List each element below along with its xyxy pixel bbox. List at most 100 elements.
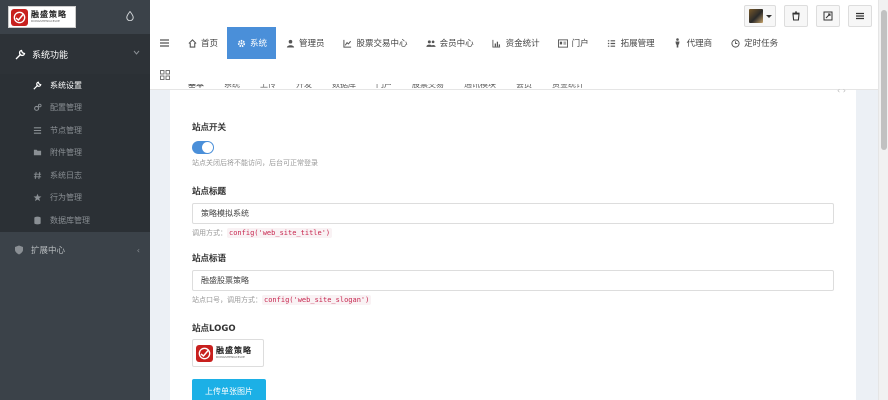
sidebar-item-database[interactable]: 数据库管理 <box>0 209 150 232</box>
list-icon <box>32 125 42 135</box>
sidebar-item-behavior[interactable]: 行为管理 <box>0 187 150 210</box>
shield-icon <box>15 245 23 254</box>
toggle-knob <box>202 142 213 153</box>
droplet-icon[interactable] <box>126 11 134 21</box>
brand-name: 融盛策略 <box>31 10 67 19</box>
wrench-icon <box>15 49 26 60</box>
scroll-thumb[interactable] <box>881 10 887 150</box>
logo-preview-name-en: RONGSHENGCELVE <box>216 355 245 359</box>
sidebar: 融盛策略 RONGSHENGCELVE 系统功能 系统设置 配置管理 节点管理 … <box>0 0 150 400</box>
brand-logo[interactable]: 融盛策略 RONGSHENGCELVE <box>8 6 76 28</box>
sidebar-item-config[interactable]: 配置管理 <box>0 97 150 120</box>
users-icon <box>425 38 436 48</box>
chevron-down-icon <box>133 50 140 55</box>
tab-admins[interactable]: 管理员 <box>276 27 334 59</box>
logo-preview[interactable]: 融盛策略 RONGSHENGCELVE <box>192 339 264 367</box>
sidebar-item-label: 系统日志 <box>50 170 82 180</box>
sidebar-item-logs[interactable]: 系统日志 <box>0 164 150 187</box>
subtab-system[interactable]: 系统 <box>214 84 250 94</box>
settings-panel-button[interactable] <box>848 5 872 27</box>
settings-subtabs: 基本 系统 上传 开发 数据库 门户 股票交易 通讯模块 会员 资金统计 <box>170 84 856 94</box>
logo-mark-icon <box>11 8 28 26</box>
logo-mark-icon <box>196 344 213 362</box>
fullscreen-button[interactable] <box>816 5 840 27</box>
sidebar-group-extensions[interactable]: 扩展中心 ‹ <box>0 236 150 264</box>
menu-toggle-button[interactable] <box>150 27 178 59</box>
tab-label: 管理员 <box>299 39 325 49</box>
help-code: config('web_site_title') <box>227 228 333 238</box>
subtab-members[interactable]: 会员 <box>506 84 542 94</box>
tab-label: 定时任务 <box>744 39 779 49</box>
tab-home[interactable]: 首页 <box>178 27 227 59</box>
subtab-portal[interactable]: 门户 <box>366 84 402 94</box>
tab-label: 首页 <box>201 39 219 49</box>
hashtag-icon <box>32 170 42 180</box>
expand-icon <box>823 11 833 21</box>
brand: 融盛策略 RONGSHENGCELVE <box>0 0 150 34</box>
tab-label: 拓展管理 <box>620 39 655 49</box>
site-switch-toggle[interactable] <box>192 141 214 154</box>
avatar <box>748 9 763 23</box>
tab-system[interactable]: 系统 <box>227 27 277 59</box>
sidebar-item-label: 系统设置 <box>50 80 82 90</box>
sidebar-item-label: 数据库管理 <box>50 215 90 225</box>
sidebar-item-system-settings[interactable]: 系统设置 <box>0 74 150 97</box>
list-icon <box>607 38 617 48</box>
wrench-icon <box>32 80 42 90</box>
clear-cache-button[interactable] <box>784 5 808 27</box>
subtab-funds[interactable]: 资金统计 <box>542 84 594 94</box>
sidebar-group-label: 系统功能 <box>32 50 69 61</box>
clock-icon <box>730 38 740 48</box>
site-switch-help: 站点关闭后将不能访问，后台可正常登录 <box>192 159 318 167</box>
sliders-icon <box>856 12 864 20</box>
tab-funds[interactable]: 资金统计 <box>483 27 549 59</box>
subtab-comms[interactable]: 通讯模块 <box>454 84 506 94</box>
grid-icon[interactable] <box>160 70 170 80</box>
site-title-help: 调用方式： config('web_site_title') <box>192 228 834 238</box>
caret-down-icon <box>765 14 772 18</box>
home-icon <box>187 38 197 48</box>
site-slogan-field: 站点标语 融盛股票策略 站点口号，调用方式： config('web_site_s… <box>192 252 834 305</box>
site-slogan-input[interactable]: 融盛股票策略 <box>192 270 834 291</box>
user-icon <box>285 38 295 48</box>
site-switch-label: 站点开关 <box>192 123 227 133</box>
tab-members[interactable]: 会员中心 <box>417 27 483 59</box>
settings-form: 站点开关 站点关闭后将不能访问，后台可正常登录 站点标题 策略模拟系统 调用方式… <box>192 121 834 400</box>
tab-label: 资金统计 <box>505 39 540 49</box>
help-prefix: 调用方式： <box>192 229 227 237</box>
site-slogan-label: 站点标语 <box>192 254 227 264</box>
bar-chart-icon <box>492 38 502 48</box>
subtab-dev[interactable]: 开发 <box>286 84 322 94</box>
site-title-input[interactable]: 策略模拟系统 <box>192 203 834 224</box>
subtab-upload[interactable]: 上传 <box>250 84 286 94</box>
tab-label: 代理商 <box>686 39 713 49</box>
upload-image-button[interactable]: 上传单张图片 <box>192 379 266 400</box>
tab-stock-trading[interactable]: 股票交易中心 <box>334 27 417 59</box>
tab-cron[interactable]: 定时任务 <box>721 27 787 59</box>
sidebar-item-attachments[interactable]: 附件管理 <box>0 142 150 165</box>
tab-agents[interactable]: 代理商 <box>664 27 722 59</box>
top-header: 首页 系统 管理员 股票交易中心 会员中心 资金统计 门户 拓展管理 代理商 定… <box>150 0 878 90</box>
sidebar-group-system[interactable]: 系统功能 <box>0 34 150 74</box>
tab-label: 系统 <box>250 39 268 49</box>
logo-preview-name: 融盛策略 <box>216 346 252 355</box>
subtab-database[interactable]: 数据库 <box>322 84 366 94</box>
sidebar-group-label: 扩展中心 <box>31 245 66 256</box>
site-logo-label: 站点LOGO <box>192 324 236 334</box>
hamburger-icon <box>159 39 169 47</box>
site-logo-field: 站点LOGO 融盛策略 RONGSHENGCELVE 上传单张图片 <box>192 322 834 400</box>
subtab-basic[interactable]: 基本 <box>178 84 214 94</box>
tab-label: 门户 <box>571 39 589 49</box>
tab-portal[interactable]: 门户 <box>549 27 598 59</box>
person-icon <box>673 38 683 48</box>
tab-label: 股票交易中心 <box>356 39 408 49</box>
sidebar-item-nodes[interactable]: 节点管理 <box>0 119 150 142</box>
subtab-scroll-icons[interactable]: ‹ › <box>837 86 846 95</box>
subtab-stock[interactable]: 股票交易 <box>402 84 454 94</box>
tab-extensions[interactable]: 拓展管理 <box>598 27 664 59</box>
header-actions <box>744 5 872 27</box>
site-title-field: 站点标题 策略模拟系统 调用方式： config('web_site_title'… <box>192 185 834 238</box>
gear-icon <box>236 38 246 48</box>
user-menu-button[interactable] <box>744 5 776 27</box>
page-scrollbar[interactable] <box>878 0 888 400</box>
